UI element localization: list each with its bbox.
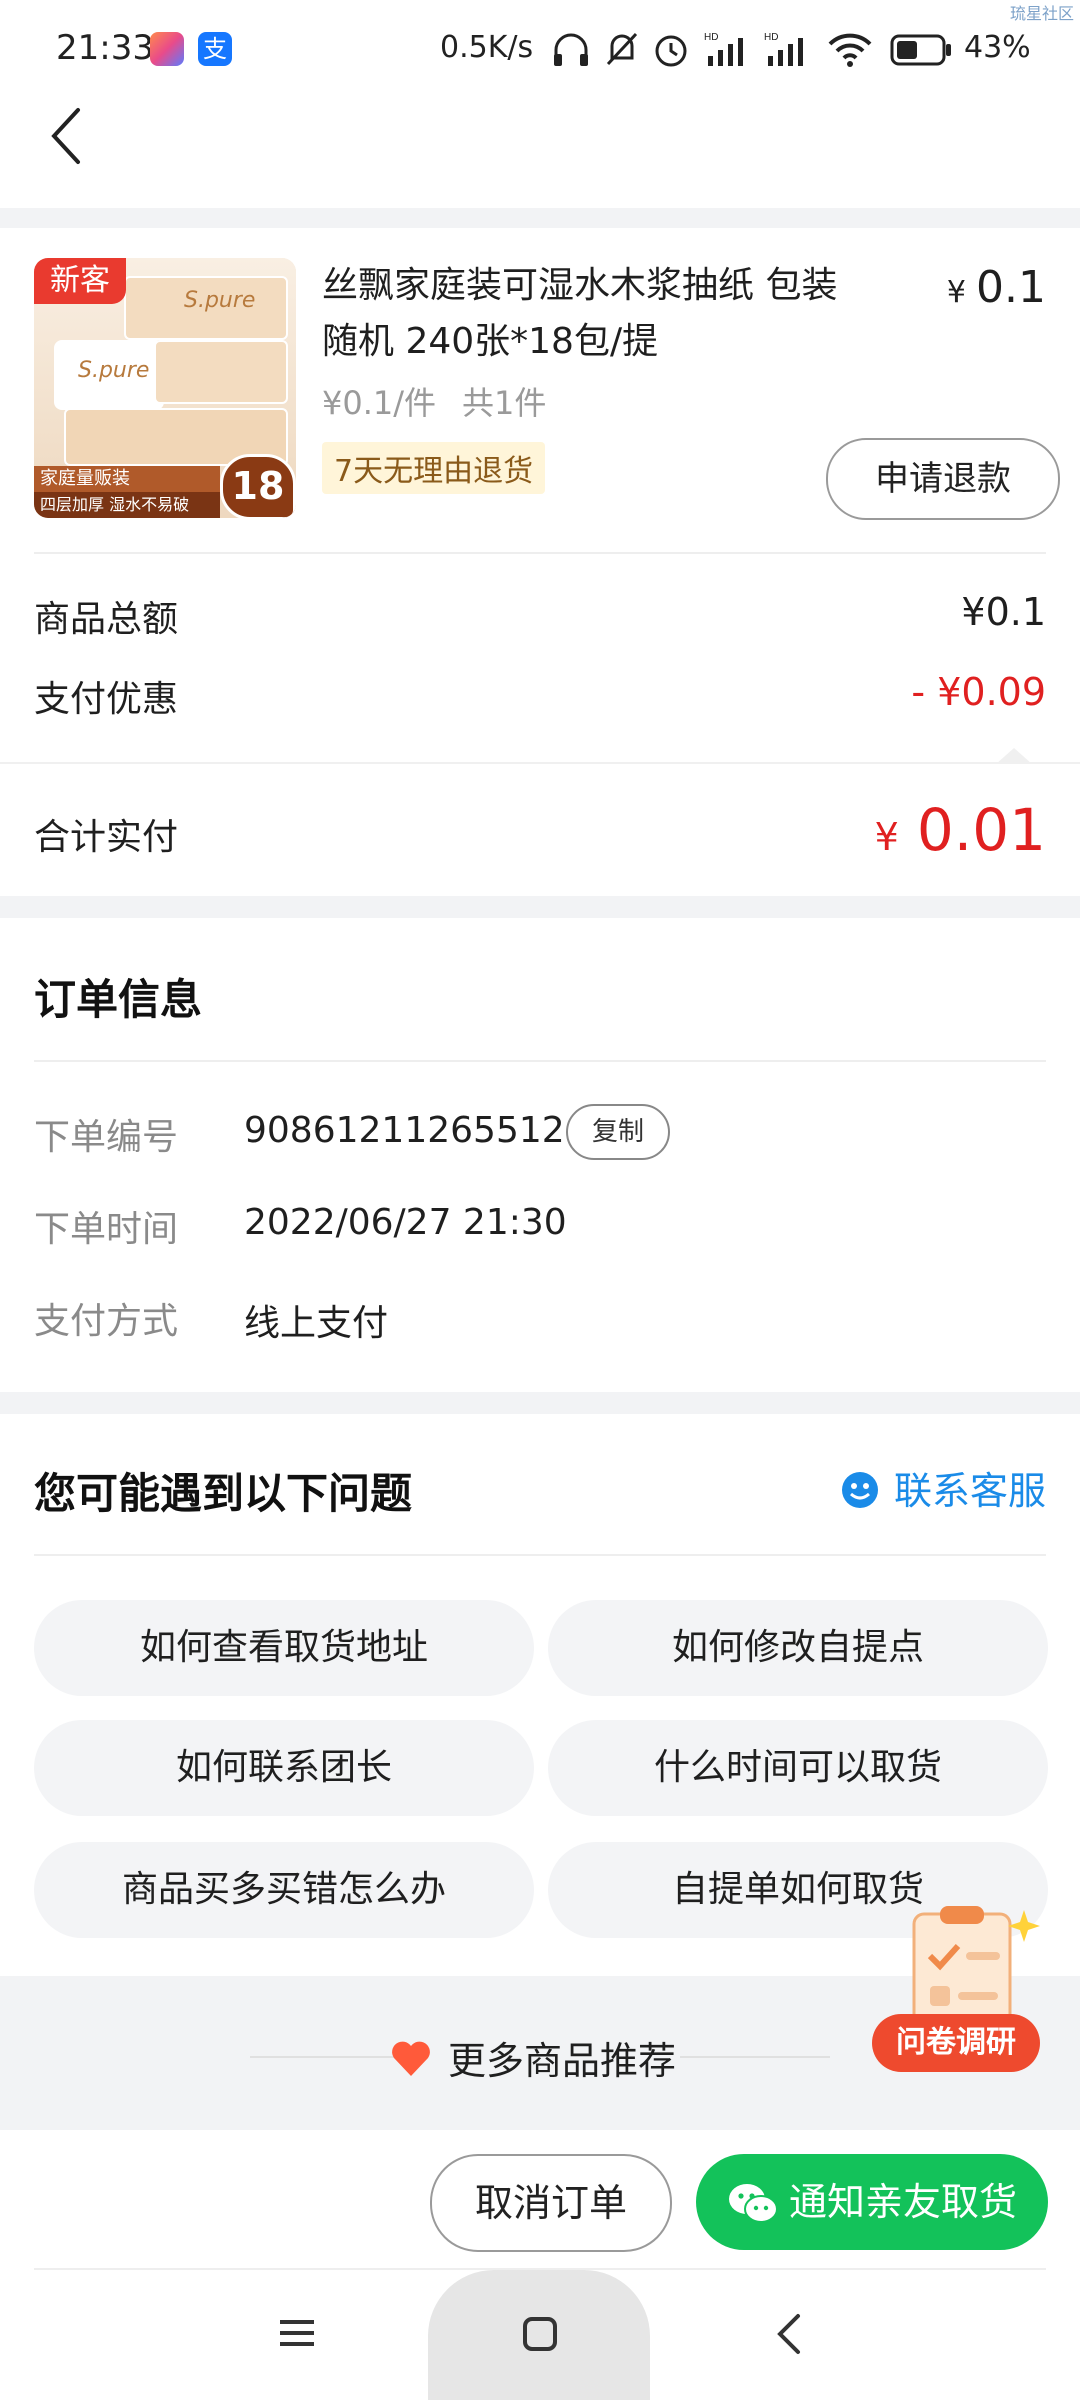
faq-item[interactable]: 商品买多买错怎么办 [34,1842,534,1938]
net-speed: 0.5K/s [440,30,534,65]
divider [34,1554,1046,1556]
heart-icon [392,2041,430,2076]
discount-value: - ¥0.09 [911,670,1046,714]
divider [0,762,1080,764]
wechat-icon [728,2184,778,2223]
product-title[interactable]: 丝飘家庭装可湿水木浆抽纸 包装随机 240张*18包/提 [322,258,862,370]
faq-item[interactable]: 如何修改自提点 [548,1600,1048,1696]
thumb-pack-count: 18包 [220,454,296,518]
bell-off-icon [606,32,638,66]
alarm-icon [655,35,687,67]
menu-icon[interactable] [280,2318,316,2348]
unit-price: ¥0.1/件 [322,384,437,422]
back-nav-icon[interactable] [774,2312,804,2356]
watermark-text: 琉星社区 [1009,4,1074,23]
order-no-label: 下单编号 [34,1117,179,1158]
price-value: 0.1 [976,262,1046,313]
faq-title: 您可能遇到以下问题 [34,1469,413,1518]
divider [680,2056,830,2058]
thumb-feature-label: 四层加厚 湿水不易破 [34,492,220,518]
new-customer-tag: 新客 [34,258,126,304]
pay-method-value: 线上支付 [244,1303,389,1344]
more-recommend-heading: 更多商品推荐 [388,2030,676,2085]
svg-text:HD: HD [704,32,718,43]
app-notification-icon [150,32,184,66]
order-info-title: 订单信息 [34,975,203,1024]
alipay-icon: 支 [198,32,232,66]
return-policy-badge: 7天无理由退货 [322,442,546,494]
survey-button[interactable]: 问卷调研 [872,2014,1040,2072]
contact-service-link[interactable]: 联系客服 [840,1460,1046,1515]
service-icon [841,1472,878,1508]
product-price: ¥0.1 [947,262,1046,313]
contact-service-label: 联系客服 [893,1469,1046,1513]
paid-value: 0.01 [916,796,1046,864]
divider [34,1060,1046,1062]
signal-icon: HD [764,32,803,66]
order-no-value: 90861211265512 [244,1110,565,1151]
paid-symbol: ¥ [874,815,899,859]
svg-text:HD: HD [764,32,778,43]
copy-button[interactable]: 复制 [566,1104,670,1160]
signal-icon: HD [704,32,743,66]
quantity: 共1件 [462,384,547,422]
notify-friend-label: 通知亲友取货 [788,2180,1017,2224]
battery-icon [890,34,951,66]
goods-total-label: 商品总额 [34,599,179,640]
divider [250,2056,400,2058]
cancel-order-button[interactable]: 取消订单 [430,2154,672,2252]
nav-bar [0,100,1080,208]
paid-total-amount: ¥0.01 [875,796,1046,864]
wifi-icon [828,33,872,67]
product-unit-info: ¥0.1/件 共1件 [322,378,546,424]
discount-label: 支付优惠 [34,679,179,720]
battery-percent: 43% [964,30,1031,65]
faq-item[interactable]: 如何查看取货地址 [34,1600,534,1696]
pay-method-label: 支付方式 [34,1301,179,1342]
goods-total-value: ¥0.1 [961,590,1046,634]
home-icon[interactable] [522,2316,558,2352]
status-bar: 21:33 支 0.5K/s HD HD 43% 琉星社区 [0,0,1080,100]
more-recommend-label: 更多商品推荐 [448,2039,677,2083]
headset-icon [554,33,588,66]
thumb-brand: S.pure [78,358,150,383]
divider [34,552,1046,554]
faq-item[interactable]: 什么时间可以取货 [548,1720,1048,1816]
back-icon[interactable] [44,106,88,166]
price-symbol: ¥ [946,275,967,310]
refund-button[interactable]: 申请退款 [826,438,1060,520]
order-time-value: 2022/06/27 21:30 [244,1202,567,1243]
notify-friend-button[interactable]: 通知亲友取货 [696,2154,1048,2250]
thumb-pack-label: 家庭量贩装 [34,466,220,492]
product-thumbnail[interactable]: S.pure S.pure 新客 家庭量贩装 四层加厚 湿水不易破 18包 [34,258,296,518]
faq-item[interactable]: 如何联系团长 [34,1720,534,1816]
thumb-brand: S.pure [184,288,256,313]
paid-total-label: 合计实付 [34,817,179,858]
status-time: 21:33 [56,28,154,68]
notch-icon [996,748,1032,764]
order-time-label: 下单时间 [34,1209,179,1250]
